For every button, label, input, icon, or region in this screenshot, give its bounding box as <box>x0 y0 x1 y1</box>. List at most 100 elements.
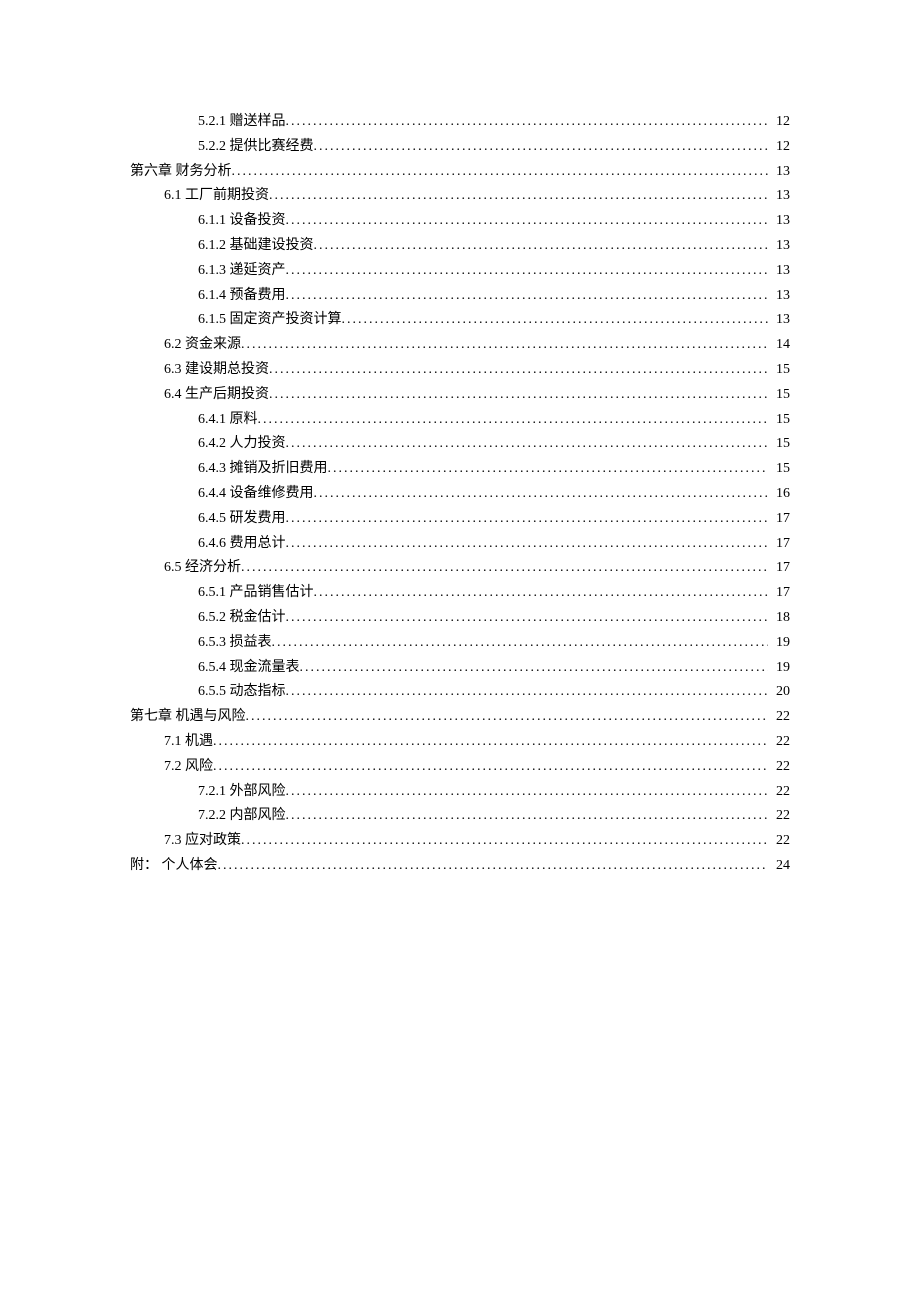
toc-leader-dots <box>286 259 769 283</box>
toc-entry: 6.4 生产后期投资 15 <box>164 383 790 407</box>
toc-entry-page: 22 <box>768 730 790 754</box>
toc-leader-dots <box>286 284 769 308</box>
toc-entry-text: 第六章 财务分析 <box>130 160 232 184</box>
toc-leader-dots <box>272 631 769 655</box>
table-of-contents: 5.2.1 赠送样品125.2.2 提供比赛经费12第六章 财务分析136.1 … <box>130 110 790 878</box>
toc-entry-text: 6.5.4 现金流量表 <box>198 656 300 680</box>
toc-entry: 7.1 机遇 22 <box>164 730 790 754</box>
toc-leader-dots <box>241 829 768 853</box>
toc-entry-text: 7.2.2 内部风险 <box>198 804 286 828</box>
toc-entry: 6.1.2 基础建设投资 13 <box>198 234 790 258</box>
toc-entry-page: 20 <box>768 680 790 704</box>
toc-entry-text: 附： 个人体会 <box>130 854 218 878</box>
toc-leader-dots <box>286 432 769 456</box>
toc-entry-text: 6.5.3 损益表 <box>198 631 272 655</box>
toc-leader-dots <box>286 606 769 630</box>
toc-entry: 6.1.3 递延资产 13 <box>198 259 790 283</box>
toc-entry-text: 6.4.3 摊销及折旧费用 <box>198 457 328 481</box>
toc-entry-text: 6.2 资金来源 <box>164 333 241 357</box>
toc-leader-dots <box>232 160 769 184</box>
toc-entry: 7.2.1 外部风险 22 <box>198 780 790 804</box>
toc-entry-text: 6.4.4 设备维修费用 <box>198 482 314 506</box>
toc-leader-dots <box>269 184 768 208</box>
toc-entry-text: 6.5.1 产品销售估计 <box>198 581 314 605</box>
toc-entry-page: 22 <box>768 829 790 853</box>
toc-entry: 6.1.1 设备投资13 <box>198 209 790 233</box>
toc-entry-text: 5.2.1 赠送样品 <box>198 110 286 134</box>
toc-entry: 6.4.3 摊销及折旧费用 15 <box>198 457 790 481</box>
toc-entry-text: 6.4.1 原料 <box>198 408 258 432</box>
toc-entry: 6.5.2 税金估计 18 <box>198 606 790 630</box>
toc-entry: 第七章 机遇与风险22 <box>130 705 790 729</box>
toc-entry: 6.5.4 现金流量表 19 <box>198 656 790 680</box>
toc-entry-page: 19 <box>768 656 790 680</box>
toc-leader-dots <box>314 482 769 506</box>
toc-leader-dots <box>286 804 769 828</box>
toc-entry-text: 7.1 机遇 <box>164 730 213 754</box>
toc-entry-page: 17 <box>768 532 790 556</box>
toc-leader-dots <box>286 507 769 531</box>
toc-entry: 6.2 资金来源 14 <box>164 333 790 357</box>
toc-leader-dots <box>286 780 769 804</box>
toc-entry-page: 14 <box>768 333 790 357</box>
toc-entry-page: 15 <box>768 432 790 456</box>
toc-entry-text: 6.5.2 税金估计 <box>198 606 286 630</box>
toc-leader-dots <box>241 556 768 580</box>
toc-entry: 6.4.5 研发费用 17 <box>198 507 790 531</box>
toc-leader-dots <box>246 705 769 729</box>
toc-entry: 6.5.3 损益表19 <box>198 631 790 655</box>
toc-entry: 6.1.5 固定资产投资计算13 <box>198 308 790 332</box>
toc-entry-text: 6.5.5 动态指标 <box>198 680 286 704</box>
toc-entry-page: 13 <box>768 259 790 283</box>
toc-entry-text: 7.2 风险 <box>164 755 213 779</box>
toc-entry-page: 13 <box>768 234 790 258</box>
toc-entry-page: 22 <box>768 780 790 804</box>
toc-entry-page: 17 <box>768 581 790 605</box>
toc-leader-dots <box>241 333 768 357</box>
toc-entry-text: 第七章 机遇与风险 <box>130 705 246 729</box>
toc-leader-dots <box>258 408 769 432</box>
toc-leader-dots <box>342 308 769 332</box>
toc-entry-page: 18 <box>768 606 790 630</box>
toc-entry-page: 17 <box>768 507 790 531</box>
toc-entry-text: 5.2.2 提供比赛经费 <box>198 135 314 159</box>
toc-entry-page: 13 <box>768 184 790 208</box>
toc-entry-page: 13 <box>768 209 790 233</box>
toc-leader-dots <box>286 680 769 704</box>
toc-entry-text: 7.2.1 外部风险 <box>198 780 286 804</box>
toc-entry-text: 6.4.2 人力投资 <box>198 432 286 456</box>
toc-entry-text: 6.4 生产后期投资 <box>164 383 269 407</box>
toc-leader-dots <box>269 383 768 407</box>
toc-entry-page: 13 <box>768 284 790 308</box>
toc-entry: 附： 个人体会 24 <box>130 854 790 878</box>
toc-entry: 6.4.6 费用总计17 <box>198 532 790 556</box>
toc-entry-text: 6.3 建设期总投资 <box>164 358 269 382</box>
toc-entry: 7.2 风险 22 <box>164 755 790 779</box>
toc-entry-page: 22 <box>768 755 790 779</box>
toc-entry-page: 12 <box>768 110 790 134</box>
toc-entry-page: 12 <box>768 135 790 159</box>
toc-entry: 6.4.1 原料 15 <box>198 408 790 432</box>
toc-entry-text: 6.4.5 研发费用 <box>198 507 286 531</box>
toc-entry-page: 22 <box>768 804 790 828</box>
toc-entry-page: 15 <box>768 457 790 481</box>
toc-entry-page: 15 <box>768 383 790 407</box>
toc-entry: 5.2.1 赠送样品 12 <box>198 110 790 134</box>
toc-entry: 6.5 经济分析 17 <box>164 556 790 580</box>
toc-leader-dots <box>314 135 769 159</box>
toc-entry-page: 16 <box>768 482 790 506</box>
toc-entry: 6.5.5 动态指标 20 <box>198 680 790 704</box>
toc-entry-text: 6.1.3 递延资产 <box>198 259 286 283</box>
toc-entry: 5.2.2 提供比赛经费 12 <box>198 135 790 159</box>
toc-leader-dots <box>286 110 769 134</box>
toc-entry-text: 6.1.2 基础建设投资 <box>198 234 314 258</box>
toc-entry-page: 24 <box>768 854 790 878</box>
toc-leader-dots <box>314 581 769 605</box>
toc-entry-page: 17 <box>768 556 790 580</box>
toc-entry-text: 6.5 经济分析 <box>164 556 241 580</box>
toc-leader-dots <box>300 656 769 680</box>
toc-leader-dots <box>213 730 768 754</box>
toc-entry: 6.4.4 设备维修费用 16 <box>198 482 790 506</box>
toc-entry-page: 15 <box>768 358 790 382</box>
toc-entry-page: 15 <box>768 408 790 432</box>
